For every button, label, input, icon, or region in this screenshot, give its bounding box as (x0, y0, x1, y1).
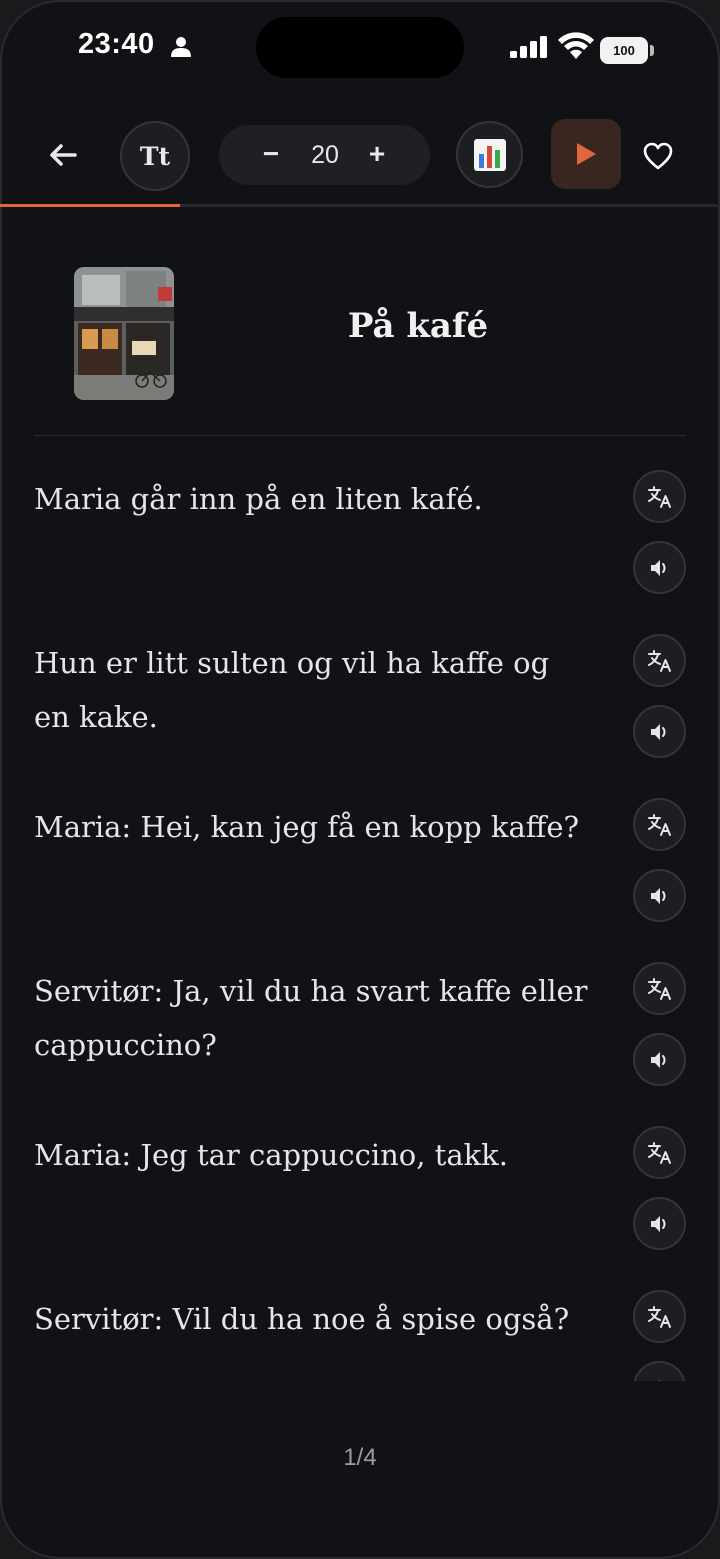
speak-button[interactable] (633, 705, 686, 758)
translate-icon (647, 977, 671, 1000)
wifi-icon (558, 32, 594, 59)
font-style-button[interactable]: Tt (120, 121, 190, 191)
sentence-row: Servitør: Ja, vil du ha svart kaffe elle… (0, 928, 720, 1092)
heart-icon (643, 142, 673, 170)
speaker-icon (650, 887, 665, 904)
translate-icon (647, 1305, 671, 1328)
dynamic-island (256, 17, 464, 78)
reading-progress-fill (0, 204, 180, 207)
sentence-row: Maria går inn på en liten kafé. (0, 436, 720, 600)
sentence-text[interactable]: Hun er litt sulten og vil ha kaffe og en… (34, 636, 594, 744)
translate-button[interactable] (633, 634, 686, 687)
translate-icon (647, 813, 671, 836)
font-size-decrease-button[interactable]: − (251, 125, 291, 185)
sentence-row: Hun er litt sulten og vil ha kaffe og en… (0, 600, 720, 764)
story-cover-image (74, 267, 174, 400)
person-icon (171, 37, 191, 57)
favorite-button[interactable] (638, 136, 678, 176)
speaker-icon (650, 723, 665, 740)
reader-toolbar: Tt − 20 + (0, 110, 720, 202)
sentence-row: Servitør: Vil du ha noe å spise også? (0, 1256, 720, 1381)
battery-indicator: 100 (600, 37, 648, 64)
sentence-text[interactable]: Servitør: Vil du ha noe å spise også? (34, 1292, 594, 1346)
corner-mark: t (0, 1538, 5, 1555)
bar-chart-icon (473, 138, 506, 171)
speaker-icon (650, 1051, 665, 1068)
translate-button[interactable] (633, 1126, 686, 1179)
sentence-row: Maria: Jeg tar cappuccino, takk. (0, 1092, 720, 1256)
font-size-stepper: − 20 + (219, 125, 430, 185)
page-indicator: 1/4 (343, 1444, 377, 1471)
speak-button[interactable] (633, 869, 686, 922)
battery-cap (650, 45, 654, 56)
sentence-list: Maria går inn på en liten kafé. Hun er li… (0, 436, 720, 1381)
signal-icon (510, 36, 547, 58)
play-button[interactable] (551, 119, 621, 189)
translate-button[interactable] (633, 962, 686, 1015)
speaker-icon (658, 1379, 660, 1381)
sentence-text[interactable]: Servitør: Ja, vil du ha svart kaffe elle… (34, 964, 594, 1072)
status-time: 23:40 (78, 28, 155, 60)
sentence-row: Maria: Hei, kan jeg få en kopp kaffe? (0, 764, 720, 928)
translate-icon (647, 485, 671, 508)
sentence-text[interactable]: Maria: Jeg tar cappuccino, takk. (34, 1128, 594, 1182)
translate-button[interactable] (633, 470, 686, 523)
back-button[interactable] (40, 132, 86, 178)
speaker-icon (650, 559, 665, 576)
speak-button[interactable] (633, 1197, 686, 1250)
translate-icon (647, 1141, 671, 1164)
speaker-icon (650, 1215, 665, 1232)
statistics-button[interactable] (456, 121, 523, 188)
arrow-left-icon (50, 144, 77, 166)
play-icon (577, 143, 596, 165)
translate-icon (647, 649, 671, 672)
speak-button[interactable] (633, 1361, 686, 1381)
speak-button[interactable] (633, 541, 686, 594)
speak-button[interactable] (633, 1033, 686, 1086)
reading-progress-bar (0, 204, 720, 207)
font-size-increase-button[interactable]: + (357, 125, 397, 185)
story-title: På kafé (347, 306, 489, 346)
translate-button[interactable] (633, 1290, 686, 1343)
status-bar: 23:40 100 (0, 0, 720, 100)
phone-screen: 23:40 100 Tt − 20 + På kafé Maria går in… (0, 0, 720, 1559)
sentence-text[interactable]: Maria går inn på en liten kafé. (34, 472, 594, 526)
font-size-value: 20 (311, 141, 339, 169)
sentence-text[interactable]: Maria: Hei, kan jeg få en kopp kaffe? (34, 800, 594, 854)
cafe-storefront-photo (74, 267, 174, 400)
translate-button[interactable] (633, 798, 686, 851)
